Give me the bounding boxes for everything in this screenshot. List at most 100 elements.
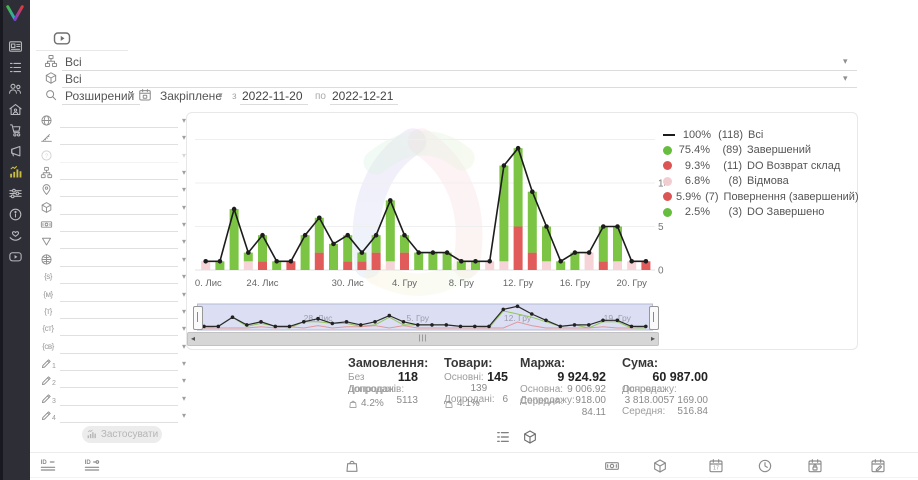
filter-select-sitemap[interactable]: ▾ bbox=[38, 165, 180, 182]
legend-item[interactable]: 2.5%(3)DO Завершено bbox=[663, 205, 851, 221]
sidebar-item-chart[interactable] bbox=[0, 162, 30, 183]
input-underline bbox=[62, 104, 140, 105]
dot-swatch bbox=[663, 192, 672, 201]
filter-select-globe[interactable]: ▾ bbox=[38, 113, 180, 130]
column-header-idline[interactable]: ID bbox=[40, 458, 56, 474]
date-from-input[interactable]: 2022-11-20 bbox=[242, 89, 303, 103]
scroll-left-icon[interactable]: ◂ bbox=[191, 333, 195, 344]
app-logo[interactable] bbox=[4, 3, 26, 23]
input-underline bbox=[60, 283, 178, 284]
filter-select-tag-{s}[interactable]: {s}▾ bbox=[38, 269, 180, 286]
filter-select-pencil[interactable]: 3▾ bbox=[38, 391, 180, 408]
list-view-toggle[interactable] bbox=[495, 428, 513, 446]
sidebar-item-megaphone[interactable] bbox=[0, 141, 30, 162]
sidebar-item-sliders[interactable] bbox=[0, 183, 30, 204]
scrollbar-grip[interactable]: ||| bbox=[419, 333, 427, 344]
legend-item[interactable]: 9.3%(11)DO Возврат склад bbox=[663, 158, 851, 174]
video-icon bbox=[52, 28, 72, 48]
sidebar-item-video[interactable] bbox=[0, 246, 30, 267]
svg-text:24. Лис: 24. Лис bbox=[246, 278, 278, 289]
svg-text:5: 5 bbox=[658, 222, 664, 233]
sidebar-item-rows[interactable] bbox=[0, 57, 30, 78]
filter-select-tag-{м}[interactable]: {м}▾ bbox=[38, 287, 180, 304]
chart-navigator[interactable]: 28. Лис5. Гру12. Гру19. Гру bbox=[197, 303, 653, 331]
column-header-calendar17[interactable]: 17 bbox=[708, 458, 724, 474]
legend-item[interactable]: 6.8%(8)Відмова bbox=[663, 174, 851, 190]
filter-select-money[interactable]: ▾ bbox=[38, 217, 180, 234]
input-underline bbox=[60, 162, 178, 163]
sliders-icon bbox=[8, 186, 23, 201]
column-header-calendarlock[interactable] bbox=[807, 458, 823, 474]
filter-select-package[interactable]: ▾ bbox=[38, 200, 180, 217]
product-filter[interactable]: Всі ▾ bbox=[40, 71, 860, 88]
filter-select-funnel[interactable]: ▾ bbox=[38, 234, 180, 251]
chart-scrollbar[interactable]: ◂ ||| ▸ bbox=[187, 332, 659, 346]
sidebar-item-cart[interactable] bbox=[0, 120, 30, 141]
legend-label: DO Возврат склад bbox=[747, 160, 840, 172]
sidebar-nav bbox=[0, 36, 30, 267]
app-window: Всі ▾ Всі ▾ Розширений ▾ Закріплене ▾ з … bbox=[0, 0, 918, 480]
pencil-index: 4 bbox=[52, 415, 56, 422]
legend-label: Завершений bbox=[747, 144, 811, 156]
filter-select-tag-{св}[interactable]: {св}▾ bbox=[38, 339, 180, 356]
input-underline bbox=[60, 179, 178, 180]
filter-select-help[interactable]: ?▾ bbox=[38, 148, 180, 165]
filter-select-tag-{т}[interactable]: {т}▾ bbox=[38, 304, 180, 321]
money-icon bbox=[604, 458, 620, 474]
summary-value: 60 987.00 bbox=[652, 370, 708, 384]
svg-text:20. Лис: 20. Лис bbox=[195, 278, 222, 289]
column-header-clock[interactable] bbox=[757, 458, 773, 474]
column-header-calendaredit[interactable] bbox=[870, 458, 886, 474]
navigator-left-handle[interactable] bbox=[193, 306, 203, 330]
date-to-input[interactable]: 2022-12-21 bbox=[332, 89, 393, 103]
clock-icon bbox=[757, 458, 773, 474]
svg-text:5. Гру: 5. Гру bbox=[407, 313, 430, 323]
dot-swatch bbox=[663, 146, 672, 155]
search-mode-select[interactable]: Розширений bbox=[65, 89, 134, 103]
svg-text:20. Гру: 20. Гру bbox=[617, 278, 648, 289]
video-tutorial-button[interactable] bbox=[52, 28, 74, 47]
summary-column: Маржа:9 924.92Основна:9 006.92Допродажу:… bbox=[520, 356, 606, 418]
input-underline bbox=[60, 144, 178, 145]
navigator-right-handle[interactable] bbox=[649, 306, 659, 330]
period-mode-select[interactable]: Закріплене bbox=[160, 89, 222, 103]
filter-select-pencil[interactable]: 1▾ bbox=[38, 356, 180, 373]
column-header-package[interactable] bbox=[652, 458, 668, 474]
pin-icon bbox=[40, 183, 53, 196]
help-icon: ? bbox=[40, 149, 53, 162]
sidebar-item-info[interactable] bbox=[0, 204, 30, 225]
svg-text:12. Гру: 12. Гру bbox=[503, 278, 534, 289]
sidebar-item-care[interactable] bbox=[0, 225, 30, 246]
scroll-right-icon[interactable]: ▸ bbox=[651, 333, 655, 344]
filter-select-pin[interactable]: ▾ bbox=[38, 182, 180, 199]
pencil-index: 3 bbox=[52, 398, 56, 405]
idline-icon: ID bbox=[40, 458, 56, 474]
filter-select-level[interactable]: ▾ bbox=[38, 130, 180, 147]
legend-pct: 75.4% bbox=[676, 144, 710, 156]
footer-divider-bottom bbox=[30, 477, 918, 478]
column-header-idcircle[interactable]: ID bbox=[84, 458, 100, 474]
filter-select-pencil[interactable]: 4▾ bbox=[38, 408, 180, 425]
column-header-money[interactable] bbox=[604, 458, 620, 474]
legend-item[interactable]: 5.9%(7)Повернення (завершений) bbox=[663, 189, 851, 205]
filter-select-pencil[interactable]: 2▾ bbox=[38, 373, 180, 390]
tree-icon bbox=[44, 54, 58, 68]
column-header-bag[interactable] bbox=[344, 458, 360, 474]
legend-count: (118) bbox=[715, 129, 743, 141]
sidebar-item-home[interactable] bbox=[0, 99, 30, 120]
product-view-toggle[interactable] bbox=[522, 428, 540, 446]
summary-title: Замовлення:118 bbox=[348, 356, 418, 372]
legend-item[interactable]: 100%(118)Всі bbox=[663, 127, 851, 143]
legend-item[interactable]: 75.4%(89)Завершений bbox=[663, 143, 851, 159]
chevron-down-icon: ▾ bbox=[218, 90, 223, 101]
filter-select-globe2[interactable]: ▾ bbox=[38, 252, 180, 269]
apply-button[interactable]: Застосувати bbox=[82, 426, 162, 443]
status-filter[interactable]: Всі ▾ bbox=[40, 54, 860, 71]
date-to-label: по bbox=[315, 91, 326, 102]
sidebar-item-users[interactable] bbox=[0, 78, 30, 99]
sidebar-item-card[interactable] bbox=[0, 36, 30, 57]
filter-tag-label: {св} bbox=[38, 342, 58, 351]
filter-select-tag-{ст}[interactable]: {ст}▾ bbox=[38, 321, 180, 338]
input-underline bbox=[60, 387, 178, 388]
legend-pct: 5.9% bbox=[676, 191, 701, 203]
